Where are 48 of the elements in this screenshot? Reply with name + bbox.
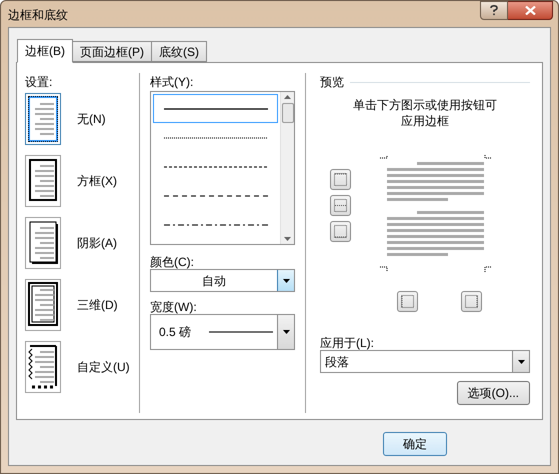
border-toggle-button[interactable] bbox=[330, 169, 351, 190]
caret-icon bbox=[518, 360, 524, 364]
scroll-up-icon[interactable] bbox=[284, 95, 291, 99]
border-setting-icon[interactable] bbox=[25, 217, 61, 269]
close-icon bbox=[524, 6, 536, 15]
color-dropdown[interactable]: 自动 bbox=[150, 269, 295, 292]
setting-label: 阴影(A) bbox=[77, 235, 117, 252]
settings-label: 设置: bbox=[25, 74, 54, 91]
border-setting-icon[interactable] bbox=[25, 341, 61, 393]
border-toggle-button[interactable] bbox=[330, 221, 351, 242]
dropdown-button[interactable] bbox=[277, 270, 294, 291]
tab[interactable]: 边框(B) bbox=[17, 39, 73, 63]
border-setting-icon[interactable] bbox=[25, 279, 61, 331]
border-toggle-button[interactable] bbox=[330, 195, 351, 216]
window-title: 边框和底纹 bbox=[8, 7, 68, 24]
preview-label: 预览 bbox=[320, 74, 344, 91]
color-label: 颜色(C): bbox=[150, 254, 195, 269]
setting-label: 三维(D) bbox=[77, 297, 118, 314]
caret-icon bbox=[282, 330, 290, 334]
setting-label: 方框(X) bbox=[77, 173, 117, 190]
caret-icon bbox=[282, 278, 290, 282]
scroll-down-icon[interactable] bbox=[284, 237, 291, 241]
line-sample bbox=[209, 331, 273, 333]
border-toggle-button[interactable] bbox=[461, 291, 482, 312]
border-setting-icon[interactable] bbox=[25, 155, 61, 207]
dropdown-button[interactable] bbox=[277, 315, 294, 349]
width-dropdown[interactable]: 0.5 磅 bbox=[150, 314, 295, 350]
setting-label: 自定义(U) bbox=[77, 359, 130, 376]
help-button[interactable] bbox=[480, 1, 508, 20]
border-setting-icon[interactable] bbox=[25, 93, 61, 145]
preview-hint: 应用边框 bbox=[401, 113, 449, 129]
border-toggle-button[interactable] bbox=[397, 291, 418, 312]
close-button[interactable] bbox=[508, 1, 553, 20]
help-icon bbox=[490, 5, 498, 16]
preview-hint: 单击下方图示或使用按钮可 bbox=[353, 97, 497, 113]
tab[interactable]: 底纹(S) bbox=[151, 41, 207, 62]
scrollbar-thumb[interactable] bbox=[282, 103, 294, 123]
width-label: 宽度(W): bbox=[150, 299, 198, 314]
setting-label: 无(N) bbox=[77, 111, 106, 128]
style-label: 样式(Y): bbox=[150, 74, 194, 91]
options-button[interactable]: 选项(O)... bbox=[456, 381, 530, 405]
scrollbar[interactable] bbox=[280, 92, 294, 244]
line-style-option[interactable] bbox=[153, 94, 278, 123]
tab[interactable]: 页面边框(P) bbox=[72, 41, 152, 62]
ok-button[interactable]: 确定 bbox=[383, 432, 447, 456]
dropdown-button[interactable] bbox=[512, 351, 529, 372]
apply-to-dropdown[interactable]: 段落 bbox=[320, 350, 530, 373]
apply-to-label: 应用于(L): bbox=[320, 335, 375, 350]
